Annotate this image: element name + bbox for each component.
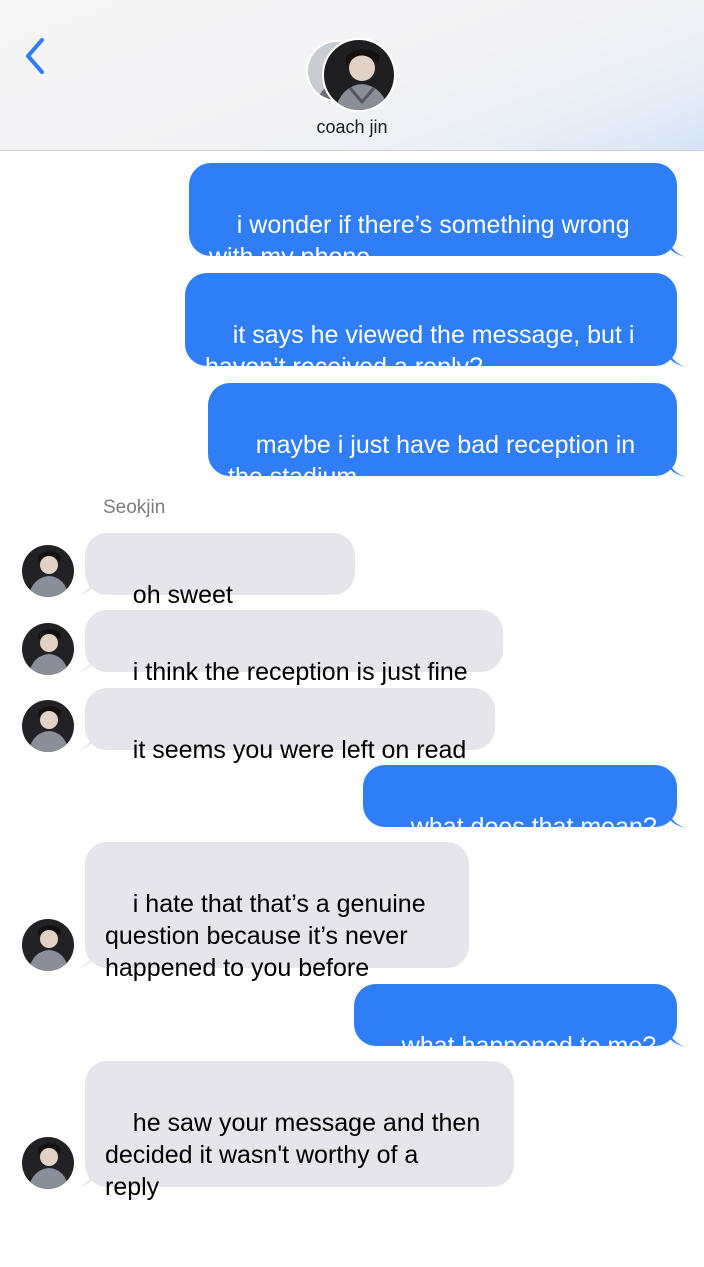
conversation-header: coach jin [0,0,704,151]
avatar[interactable] [22,700,74,752]
avatar[interactable] [22,545,74,597]
incoming-message[interactable]: it seems you were left on read [76,688,495,764]
bubble-tail [76,651,98,673]
message-text: what does that mean? [410,813,657,841]
message-text: it says he viewed the message, but i hav… [205,321,635,381]
message-text: i think the reception is just fine [132,658,468,686]
outgoing-message[interactable]: maybe i just have bad reception in the s… [208,383,686,491]
message-text: he saw your message and then decided it … [105,1109,481,1201]
outgoing-message[interactable]: what does that mean? [363,765,686,841]
avatar[interactable] [22,919,74,971]
message-text: it seems you were left on read [132,736,467,764]
sender-name: Seokjin [103,497,166,518]
contact-name[interactable]: coach jin [0,117,704,138]
bubble-tail [76,1166,98,1188]
avatar [322,38,396,112]
bubble-tail [76,574,98,596]
message-text: what happened to me? [401,1032,657,1060]
message-text: maybe i just have bad reception in the s… [228,431,636,491]
incoming-message[interactable]: i think the reception is just fine [76,610,503,686]
incoming-message[interactable]: i hate that that’s a genuine question be… [76,842,469,982]
outgoing-message[interactable]: i wonder if there’s something wrong with… [189,163,686,271]
incoming-message[interactable]: he saw your message and then decided it … [76,1061,514,1201]
bubble-tail [76,947,98,969]
bubble-tail [664,235,686,257]
contact-avatar-group[interactable] [306,38,398,112]
outgoing-message[interactable]: it says he viewed the message, but i hav… [185,273,686,381]
outgoing-message[interactable]: what happened to me? [354,984,686,1060]
bubble-tail [664,1025,686,1047]
bubble-tail [76,729,98,751]
avatar[interactable] [22,1137,74,1189]
incoming-message[interactable]: oh sweet jungkook [76,533,355,641]
bubble-tail [664,345,686,367]
chevron-left-icon[interactable] [20,34,56,78]
avatar[interactable] [22,623,74,675]
message-text: i hate that that’s a genuine question be… [105,890,426,982]
bubble-tail [664,806,686,828]
message-text: i wonder if there’s something wrong with… [209,211,630,271]
bubble-tail [664,455,686,477]
